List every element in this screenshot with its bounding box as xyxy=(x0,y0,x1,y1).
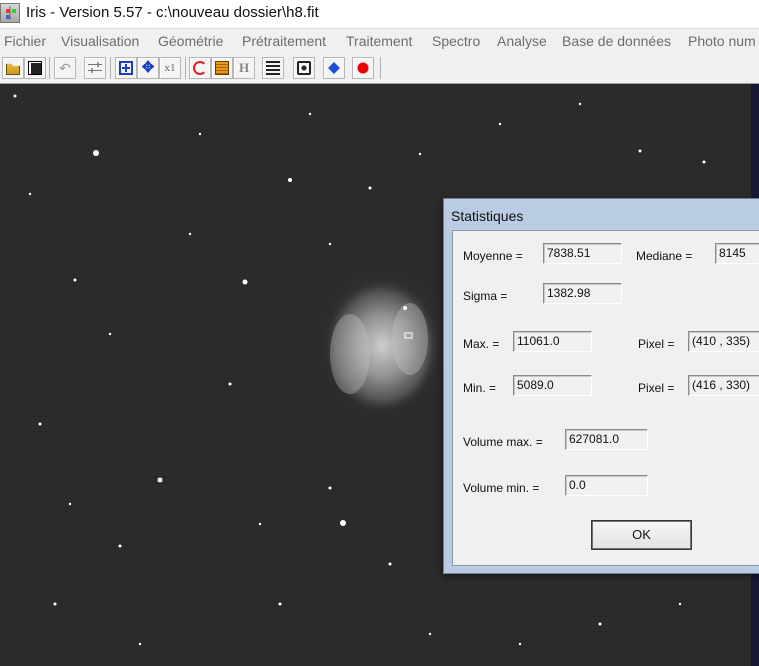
menu-fichier[interactable]: Fichier xyxy=(4,33,46,49)
swirl-button[interactable] xyxy=(189,57,211,79)
volume-max-field[interactable]: 627081.0 xyxy=(565,429,648,450)
menu-visualisation[interactable]: Visualisation xyxy=(61,33,139,49)
sigma-label: Sigma = xyxy=(463,289,508,303)
threshold-button[interactable] xyxy=(84,57,106,79)
volume-min-field[interactable]: 0.0 xyxy=(565,475,648,496)
zoom-fit-icon xyxy=(119,61,133,75)
toolbar-separator xyxy=(380,57,381,79)
x1-zoom-icon: x1 xyxy=(164,62,176,74)
mediane-field[interactable]: 8145 xyxy=(715,243,759,264)
zoom-fit-button[interactable] xyxy=(115,57,137,79)
statistics-dialog: Statistiques Moyenne = 7838.51 Mediane =… xyxy=(443,198,759,574)
pixel-max-label: Pixel = xyxy=(638,337,675,351)
save-button[interactable] xyxy=(24,57,46,79)
mediane-label: Mediane = xyxy=(636,249,693,263)
camera-icon xyxy=(297,61,311,75)
menu-spectro[interactable]: Spectro xyxy=(432,33,480,49)
menu-traitement[interactable]: Traitement xyxy=(346,33,412,49)
toolbar-separator xyxy=(49,57,50,79)
pixel-min-label: Pixel = xyxy=(638,381,675,395)
menu-pretraitement[interactable]: Prétraitement xyxy=(242,33,326,49)
open-folder-icon xyxy=(6,63,20,75)
x1-zoom-button[interactable]: x1 xyxy=(159,57,181,79)
open-button[interactable] xyxy=(2,57,24,79)
pixel-max-field[interactable]: (410 , 335) xyxy=(688,331,759,352)
move-button[interactable]: ✥ xyxy=(137,57,159,79)
window-title: Iris - Version 5.57 - c:\nouveau dossier… xyxy=(26,4,319,21)
diamond-button[interactable] xyxy=(323,57,345,79)
dialog-body: Moyenne = 7838.51 Mediane = 8145 Sigma =… xyxy=(452,230,759,566)
moyenne-label: Moyenne = xyxy=(463,249,523,263)
menu-bar: Fichier Visualisation Géométrie Prétrait… xyxy=(0,28,759,52)
undo-button[interactable]: ↶ xyxy=(54,57,76,79)
title-bar: Iris - Version 5.57 - c:\nouveau dossier… xyxy=(0,0,759,28)
volume-max-label: Volume max. = xyxy=(463,435,543,449)
toolbar: ↶ ✥ x1 H xyxy=(0,52,759,84)
undo-icon: ↶ xyxy=(59,60,71,76)
histogram-h-icon: H xyxy=(238,60,250,75)
sigma-field[interactable]: 1382.98 xyxy=(543,283,622,304)
list-icon xyxy=(266,61,280,75)
min-field[interactable]: 5089.0 xyxy=(513,375,592,396)
menu-geometrie[interactable]: Géométrie xyxy=(158,33,223,49)
record-button[interactable] xyxy=(352,57,374,79)
camera-button[interactable] xyxy=(293,57,315,79)
dialog-title: Statistiques xyxy=(451,208,524,224)
red-dot-icon xyxy=(356,61,370,75)
histogram-button[interactable]: H xyxy=(233,57,255,79)
volume-min-label: Volume min. = xyxy=(463,481,540,495)
max-field[interactable]: 11061.0 xyxy=(513,331,592,352)
menu-photo-num[interactable]: Photo num xyxy=(688,33,756,49)
list-button[interactable] xyxy=(262,57,284,79)
palette-button[interactable] xyxy=(211,57,233,79)
orange-palette-icon xyxy=(215,61,229,75)
app-icon[interactable] xyxy=(0,3,20,23)
moyenne-field[interactable]: 7838.51 xyxy=(543,243,622,264)
max-label: Max. = xyxy=(463,337,500,351)
move-arrows-icon: ✥ xyxy=(141,59,155,76)
toolbar-separator xyxy=(185,57,186,79)
save-icon xyxy=(28,61,42,75)
blue-diamond-icon xyxy=(328,62,340,74)
ok-button[interactable]: OK xyxy=(591,520,692,550)
menu-analyse[interactable]: Analyse xyxy=(497,33,547,49)
min-label: Min. = xyxy=(463,381,497,395)
pixel-min-field[interactable]: (416 , 330) xyxy=(688,375,759,396)
red-swirl-icon xyxy=(193,61,207,75)
menu-base-de-donnees[interactable]: Base de données xyxy=(562,33,671,49)
threshold-sliders-icon xyxy=(88,61,102,75)
toolbar-separator xyxy=(110,57,111,79)
